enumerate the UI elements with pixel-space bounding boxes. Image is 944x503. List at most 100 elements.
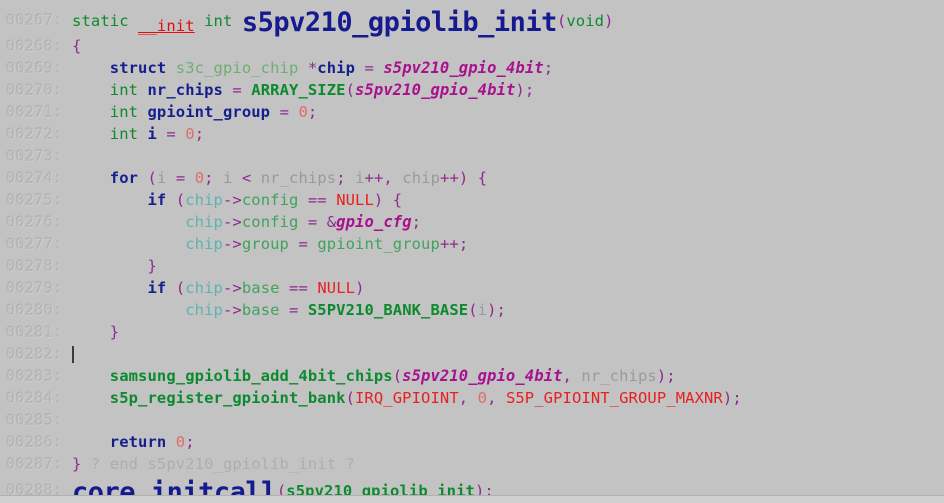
token-semicolon: ;	[543, 59, 554, 77]
token-type-int: int	[109, 81, 139, 99]
code-line[interactable]: 00283: samsung_gpiolib_add_4bit_chips(s5…	[0, 365, 944, 387]
token-typename: s3c_gpio_chip	[175, 59, 299, 77]
token-increment: ++	[440, 169, 459, 187]
token-keyword-if: if	[147, 191, 167, 209]
token-paren-close: )	[458, 169, 469, 187]
line-number: 00273:	[6, 147, 63, 165]
token-semicolon: ;	[185, 433, 195, 451]
code-line[interactable]: 00269: struct s3c_gpio_chip *chip = s5pv…	[0, 57, 944, 79]
token-identifier: nr_chips	[147, 81, 223, 99]
line-number: 00285:	[6, 411, 63, 429]
code-line[interactable]: 00281: }	[0, 321, 944, 343]
token-paren-open: (	[556, 12, 567, 30]
code-line[interactable]: 00275: if (chip->config == NULL) {	[0, 189, 944, 211]
line-number: 00279:	[6, 279, 63, 297]
token-function-call[interactable]: samsung_gpiolib_add_4bit_chips	[110, 367, 393, 385]
code-line[interactable]: 00285:	[0, 409, 944, 431]
line-number: 00275:	[6, 191, 63, 209]
code-line[interactable]: 00272: int i = 0;	[0, 123, 944, 145]
token-comma: ,	[383, 169, 393, 187]
token-increment: ++	[364, 169, 384, 187]
token-identifier: i	[477, 301, 488, 319]
token-number: 0	[477, 389, 488, 407]
token-global-variable: s5pv210_gpio_4bit	[383, 59, 544, 77]
code-line[interactable]: 00280: chip->base = S5PV210_BANK_BASE(i)…	[0, 299, 944, 321]
code-line[interactable]: 00277: chip->group = gpioint_group++;	[0, 233, 944, 255]
token-object: chip	[185, 301, 223, 319]
token-macro: ARRAY_SIZE	[251, 81, 346, 99]
token-paren-close: )	[355, 279, 365, 297]
token-semicolon: ;	[732, 389, 742, 407]
token-keyword-struct: struct	[109, 59, 167, 77]
token-identifier: gpioint_group	[147, 103, 271, 121]
token-arrow: ->	[222, 235, 242, 253]
token-constant-null: NULL	[336, 191, 374, 209]
token-less-than: <	[241, 169, 252, 187]
token-identifier: gpioint_group	[317, 235, 440, 253]
token-paren-open: (	[345, 81, 356, 99]
line-number: 00269:	[6, 59, 63, 77]
code-line[interactable]: 00287: } ? end s5pv210_gpiolib_init ?	[0, 453, 944, 475]
token-identifier: i	[147, 125, 157, 143]
source-code-area[interactable]: 00267: static __init int s5pv210_gpiolib…	[0, 0, 944, 503]
code-line[interactable]: 00278: }	[0, 255, 944, 277]
token-assign: =	[364, 59, 374, 77]
code-line[interactable]: 00271: int gpioint_group = 0;	[0, 101, 944, 123]
token-paren-open: (	[392, 367, 403, 385]
token-semicolon: ;	[336, 169, 346, 187]
code-line[interactable]: 00267: static __init int s5pv210_gpiolib…	[0, 5, 944, 38]
code-line[interactable]: 00268: {	[0, 35, 944, 57]
code-line[interactable]: 00270: int nr_chips = ARRAY_SIZE(s5pv210…	[0, 79, 944, 101]
code-line[interactable]: 00279: if (chip->base == NULL)	[0, 277, 944, 299]
token-pointer-star: *	[307, 59, 318, 77]
line-number: 00282:	[6, 345, 63, 363]
code-line[interactable]: 00286: return 0;	[0, 431, 944, 453]
token-constant-null: NULL	[317, 279, 356, 297]
token-equality: ==	[289, 279, 308, 297]
token-fold-comment: ? end s5pv210_gpiolib_init ?	[81, 455, 355, 473]
line-number: 00283:	[6, 367, 63, 385]
line-number: 00276:	[6, 213, 63, 231]
code-line[interactable]: 00273:	[0, 145, 944, 167]
token-number: 0	[298, 103, 308, 121]
line-number: 00270:	[6, 81, 63, 99]
token-member: config	[241, 213, 299, 231]
token-increment: ++	[439, 235, 459, 253]
token-semicolon: ;	[666, 367, 676, 385]
token-paren-open: (	[468, 301, 478, 319]
token-function-name[interactable]: s5pv210_gpiolib_init	[242, 7, 558, 38]
token-paren-close: )	[487, 301, 497, 319]
code-line[interactable]: 00284: s5p_register_gpioint_bank(IRQ_GPI…	[0, 387, 944, 409]
line-number: 00271:	[6, 103, 63, 121]
line-number: 00278:	[6, 257, 63, 275]
token-object: chip	[185, 235, 223, 253]
token-semicolon: ;	[458, 235, 469, 253]
code-line[interactable]: 00274: for (i = 0; i < nr_chips; i++, ch…	[0, 167, 944, 189]
text-cursor	[72, 346, 75, 363]
token-semicolon: ;	[204, 169, 214, 187]
token-identifier: chip	[402, 169, 441, 187]
token-function-call[interactable]: s5p_register_gpioint_bank	[110, 389, 346, 407]
token-comma: ,	[458, 389, 469, 407]
code-line[interactable]: 00276: chip->config = &gpio_cfg;	[0, 211, 944, 233]
code-line-active[interactable]: 00282:	[0, 343, 944, 365]
token-brace-close: }	[109, 323, 120, 341]
token-identifier: chip	[317, 59, 356, 77]
